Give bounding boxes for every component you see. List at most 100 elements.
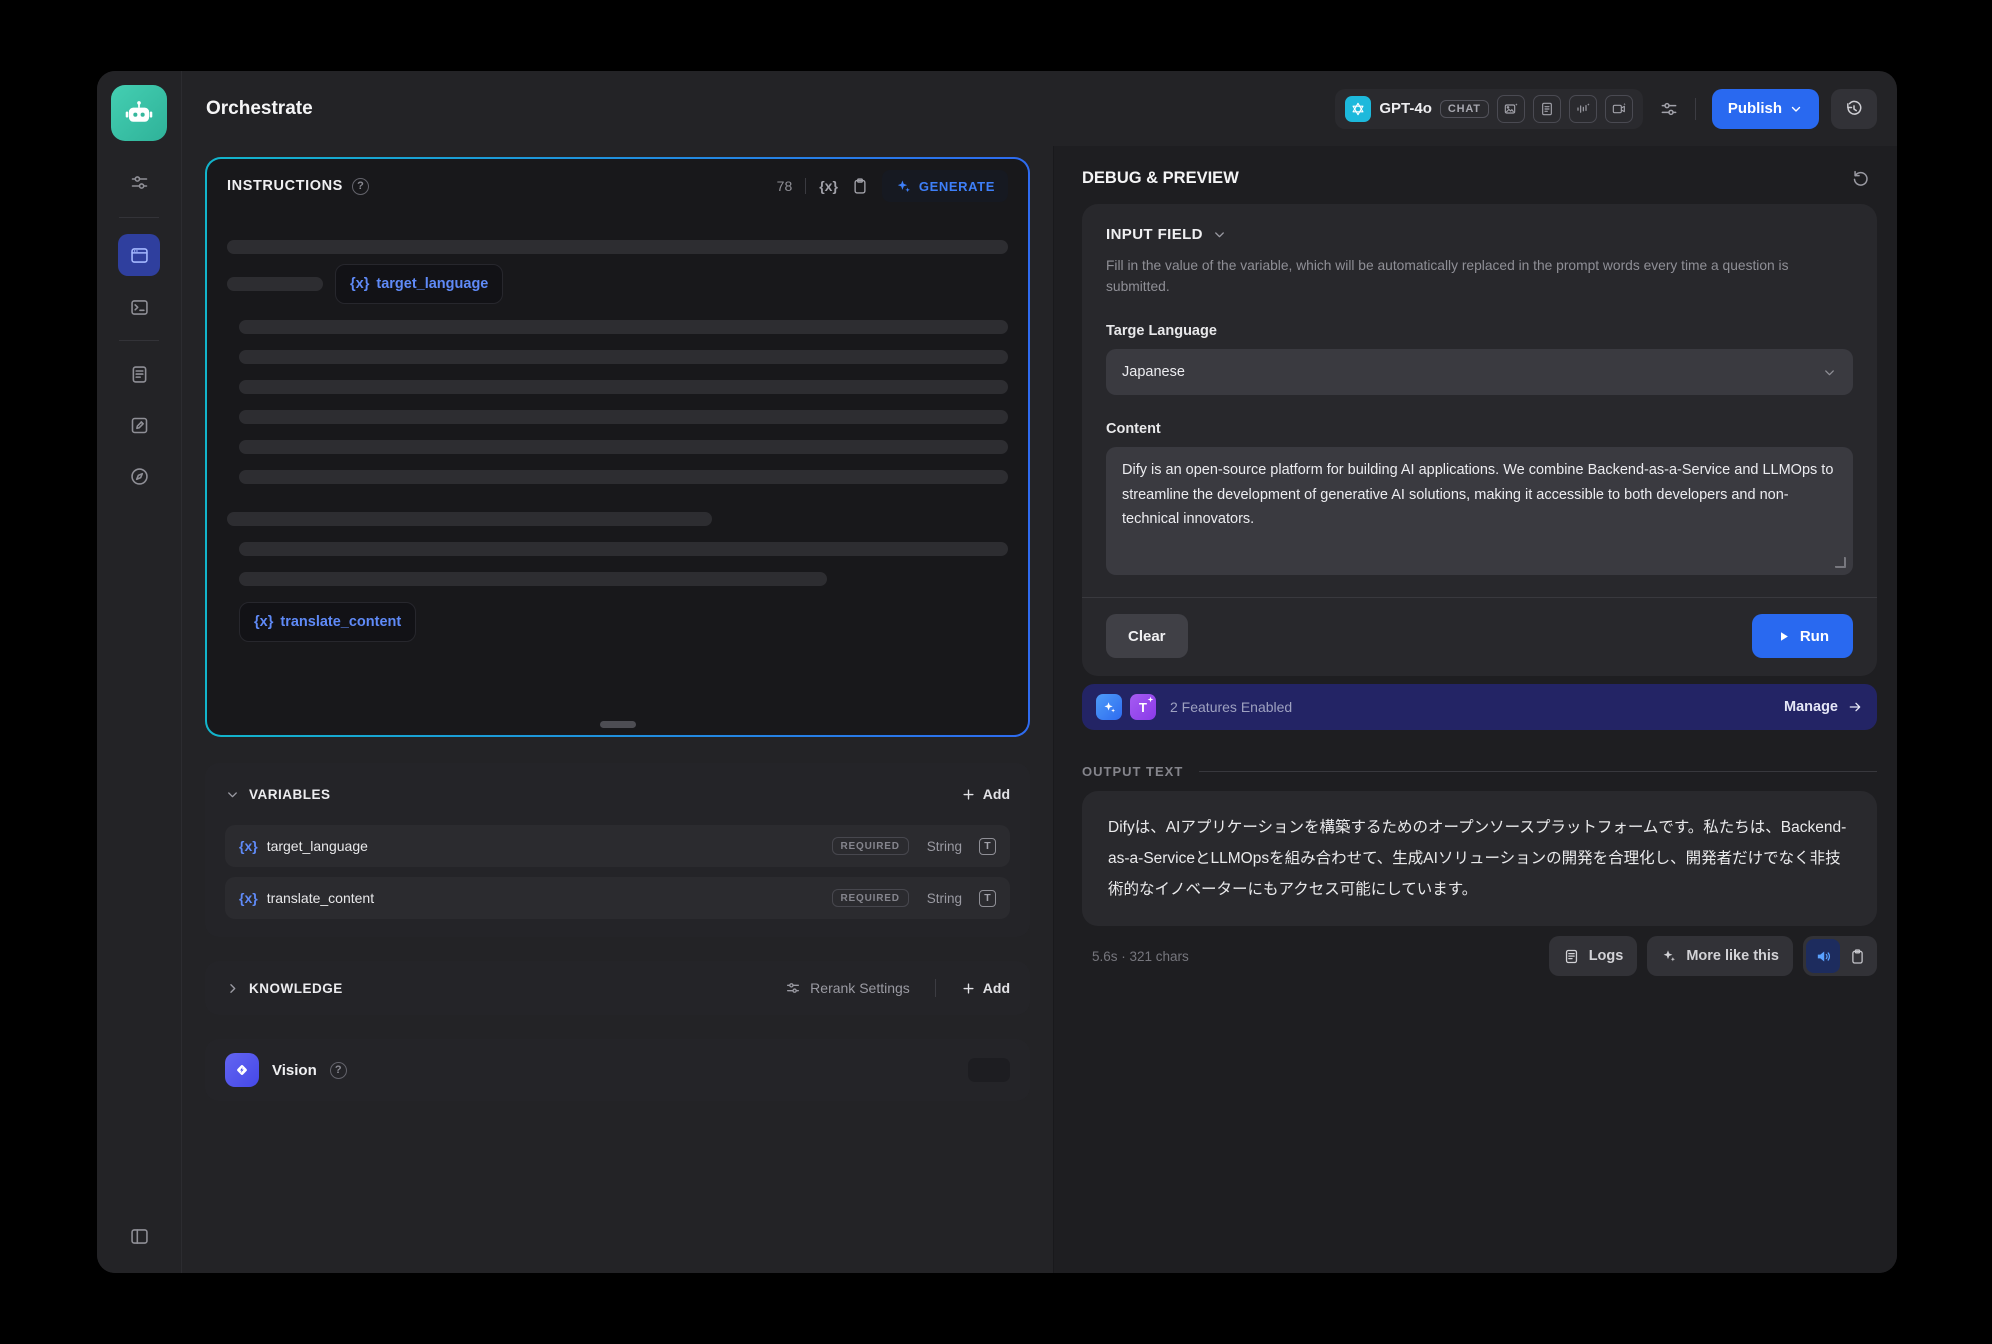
variables-title: VARIABLES <box>249 787 331 802</box>
sidebar-item-logs[interactable] <box>118 353 160 395</box>
logs-button[interactable]: Logs <box>1549 936 1638 976</box>
input-field-description: Fill in the value of the variable, which… <box>1106 255 1822 297</box>
orchestrate-pane: INSTRUCTIONS ? 78 {x} <box>182 146 1054 1273</box>
model-parameters-button[interactable] <box>1659 99 1679 119</box>
variable-name: target_language <box>267 838 368 854</box>
clipboard-icon <box>851 177 869 195</box>
content-textarea[interactable]: Dify is an open-source platform for buil… <box>1106 447 1853 575</box>
sparkle-icon <box>1661 948 1677 964</box>
output-text-label: OUTPUT TEXT <box>1082 764 1183 779</box>
plus-icon <box>961 981 976 996</box>
variable-chip-label: translate_content <box>280 614 401 630</box>
debug-title: DEBUG & PREVIEW <box>1082 169 1239 188</box>
chevron-right-icon[interactable] <box>225 981 240 996</box>
output-rule <box>1199 771 1877 772</box>
input-field-body: INPUT FIELD Fill in the value of the var… <box>1082 204 1877 575</box>
sliders-icon <box>1659 99 1679 119</box>
text-type-icon: T <box>979 890 996 907</box>
publish-label: Publish <box>1728 100 1782 117</box>
run-button[interactable]: Run <box>1752 614 1853 658</box>
feature-icon-blue <box>1096 694 1122 720</box>
variable-chip-target-language[interactable]: {x} target_language <box>335 264 503 304</box>
skeleton-line <box>239 320 1008 334</box>
skeleton-line <box>239 440 1008 454</box>
input-field-header[interactable]: INPUT FIELD <box>1106 226 1853 243</box>
variable-row[interactable]: {x} target_language REQUIRED String T <box>225 825 1010 867</box>
skeleton-line <box>239 542 1008 556</box>
instructions-panel: INSTRUCTIONS ? 78 {x} <box>207 159 1028 735</box>
chevron-down-icon <box>1212 227 1227 242</box>
variable-chip-label: target_language <box>376 276 488 292</box>
openai-icon <box>1349 100 1367 118</box>
generate-button[interactable]: GENERATE <box>882 170 1008 202</box>
more-like-this-button[interactable]: More like this <box>1647 936 1793 976</box>
sidebar-item-settings[interactable] <box>118 161 160 203</box>
main-area: Orchestrate GPT-4o CHAT <box>182 71 1897 1273</box>
panel-left-icon <box>129 1226 150 1247</box>
app-avatar[interactable] <box>111 85 167 141</box>
sidebar-item-monitoring[interactable] <box>118 455 160 497</box>
image-capability-icon <box>1497 95 1525 123</box>
rerank-settings-button[interactable]: Rerank Settings <box>785 980 910 996</box>
copy-output-button[interactable] <box>1840 939 1874 973</box>
instructions-title: INSTRUCTIONS <box>227 178 343 194</box>
restart-button[interactable] <box>1851 168 1871 188</box>
sidebar-item-annotations[interactable] <box>118 404 160 446</box>
variable-row[interactable]: {x} translate_content REQUIRED String T <box>225 877 1010 919</box>
content-value: Dify is an open-source platform for buil… <box>1122 462 1833 527</box>
prompt-editor[interactable]: {x} target_language <box>227 240 1008 642</box>
output-footer: 5.6s · 321 chars Logs More like this <box>1082 936 1877 976</box>
content-split: INSTRUCTIONS ? 78 {x} <box>182 146 1897 1273</box>
output-card: Difyは、AIアプリケーションを構築するためのオープンソースプラットフォームで… <box>1082 791 1877 926</box>
skeleton-line <box>239 410 1008 424</box>
version-history-button[interactable] <box>1831 89 1877 129</box>
sidebar-item-orchestrate[interactable] <box>118 234 160 276</box>
robot-icon <box>124 98 154 128</box>
target-language-select[interactable]: Japanese <box>1106 349 1853 395</box>
collapse-sidebar-button[interactable] <box>118 1215 160 1257</box>
model-mode-badge: CHAT <box>1440 100 1489 118</box>
help-icon[interactable]: ? <box>330 1062 347 1079</box>
window-icon <box>129 245 150 266</box>
model-name: GPT-4o <box>1379 100 1432 117</box>
resize-handle[interactable] <box>600 721 636 728</box>
knowledge-divider <box>935 979 936 997</box>
openai-logo <box>1345 96 1371 122</box>
vision-toggle[interactable] <box>968 1058 1010 1082</box>
insert-variable-button[interactable]: {x} <box>819 178 838 194</box>
refresh-icon <box>1851 168 1871 188</box>
knowledge-section: KNOWLEDGE Rerank Settings Add <box>205 961 1030 1015</box>
add-variable-button[interactable]: Add <box>961 786 1010 802</box>
model-selector[interactable]: GPT-4o CHAT <box>1335 89 1642 129</box>
sliders-icon <box>785 980 801 996</box>
copy-button[interactable] <box>851 177 869 195</box>
file-text-icon <box>129 364 150 385</box>
chevron-down-icon <box>225 787 240 802</box>
sidebar <box>97 71 182 1273</box>
variables-header[interactable]: VARIABLES Add <box>225 773 1010 815</box>
variable-chip-translate-content[interactable]: {x} translate_content <box>239 602 416 642</box>
add-label: Add <box>983 786 1010 802</box>
clear-label: Clear <box>1128 628 1166 645</box>
output-text: Difyは、AIアプリケーションを構築するためのオープンソースプラットフォームで… <box>1108 819 1846 898</box>
manage-features-button[interactable]: Manage <box>1784 699 1863 715</box>
output-stats: 5.6s · 321 chars <box>1092 949 1189 964</box>
help-icon[interactable]: ? <box>352 178 369 195</box>
sidebar-item-api-access[interactable] <box>118 286 160 328</box>
clear-button[interactable]: Clear <box>1106 614 1188 658</box>
topbar-controls: GPT-4o CHAT <box>1335 89 1877 129</box>
instructions-header: INSTRUCTIONS ? 78 {x} <box>227 159 1008 213</box>
video-capability-icon <box>1605 95 1633 123</box>
arrow-right-icon <box>1847 699 1863 715</box>
textarea-resize-handle[interactable] <box>1835 557 1846 568</box>
app-window: Orchestrate GPT-4o CHAT <box>97 71 1897 1273</box>
publish-button[interactable]: Publish <box>1712 89 1819 129</box>
more-like-this-label: More like this <box>1686 948 1779 964</box>
text-to-speech-letter: T <box>1139 700 1147 715</box>
add-knowledge-button[interactable]: Add <box>961 980 1010 996</box>
edit-square-icon <box>129 415 150 436</box>
text-to-speech-button[interactable] <box>1806 939 1840 973</box>
variable-type: String <box>927 839 962 854</box>
document-capability-icon <box>1533 95 1561 123</box>
terminal-icon <box>129 297 150 318</box>
